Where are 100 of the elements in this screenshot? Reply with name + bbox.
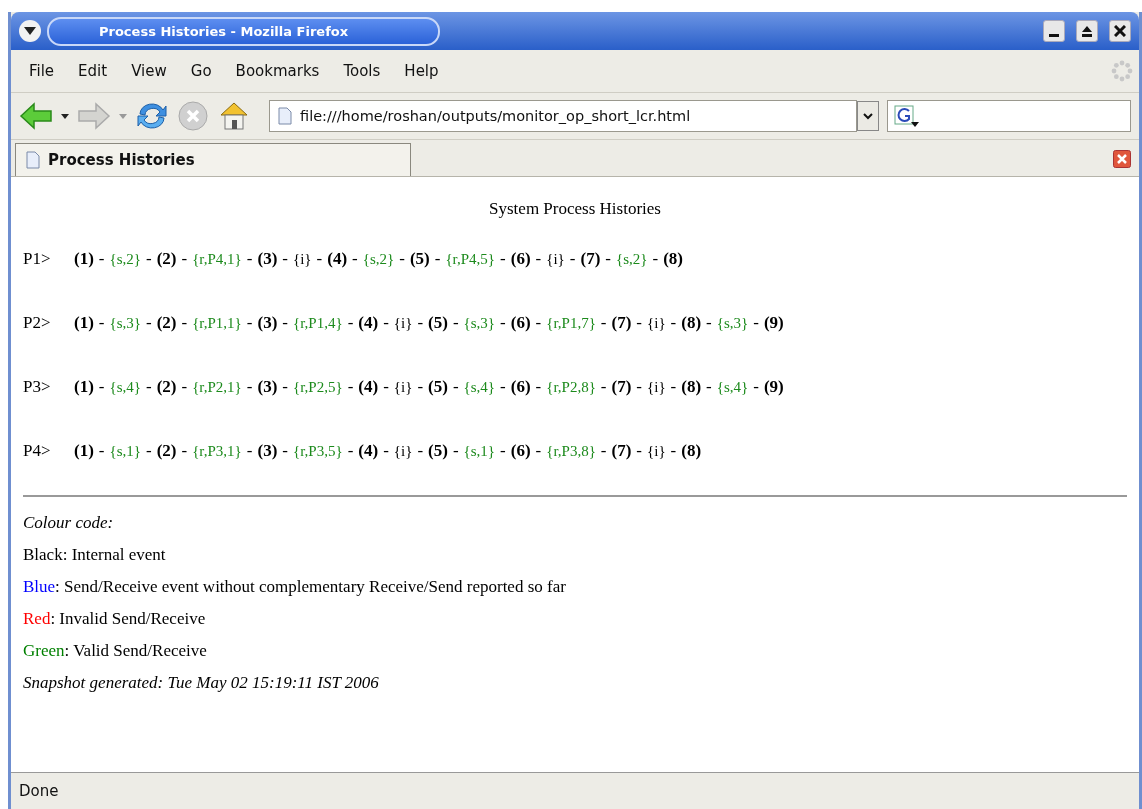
separator: -: [569, 249, 576, 269]
state-number: (3): [257, 377, 278, 397]
state-number: (2): [156, 313, 177, 333]
separator: -: [399, 249, 405, 269]
legend-text: : Invalid Send/Receive: [50, 609, 206, 628]
page-icon: [278, 107, 292, 125]
event-label: {s,1}: [463, 443, 496, 460]
separator: -: [636, 377, 643, 397]
event-label: {s,2}: [362, 251, 395, 268]
state-number: (6): [510, 313, 531, 333]
snapshot-text: Snapshot generated: Tue May 02 15:19:11 IST 2006: [23, 673, 380, 693]
separator: -: [535, 377, 542, 397]
state-number: (4): [327, 249, 348, 269]
minimize-button[interactable]: [1043, 20, 1065, 42]
state-number: (5): [428, 313, 448, 333]
window-menu-button[interactable]: [19, 20, 41, 42]
process-label: P4>: [23, 441, 52, 461]
separator: -: [670, 377, 677, 397]
separator: -: [452, 441, 459, 461]
menu-item[interactable]: Go: [178, 62, 224, 80]
event-label: {i}: [647, 315, 666, 332]
separator: -: [181, 249, 188, 269]
event-label: {s,4}: [463, 379, 496, 396]
state-number: (3): [257, 441, 278, 461]
search-field[interactable]: [887, 100, 1131, 132]
state-number: (8): [681, 441, 702, 461]
legend-title: Colour code:: [23, 513, 115, 533]
separator: -: [417, 377, 424, 397]
separator: -: [500, 377, 506, 397]
separator: -: [246, 441, 253, 461]
separator: -: [246, 249, 253, 269]
address-field[interactable]: file:///home/roshan/outputs/monitor_op_short_lcr.html: [269, 100, 857, 132]
search-engine-icon[interactable]: [894, 104, 920, 128]
separator: -: [383, 313, 389, 333]
state-number: (1): [74, 313, 94, 333]
event-label: {s,4}: [716, 379, 749, 396]
menu-item[interactable]: Help: [392, 62, 451, 80]
state-number: (4): [358, 313, 379, 333]
separator: -: [146, 313, 152, 333]
window-title: Process Histories - Mozilla Firefox: [47, 16, 441, 46]
separator: -: [383, 377, 389, 397]
separator: -: [282, 313, 288, 333]
status-text: Done: [18, 781, 60, 802]
separator: -: [636, 313, 643, 333]
state-number: (2): [156, 377, 177, 397]
state-number: (8): [663, 249, 683, 269]
state-number: (7): [611, 377, 632, 397]
event-label: {r,P3,5}: [293, 443, 343, 460]
state-number: (5): [428, 377, 448, 397]
separator: -: [706, 313, 712, 333]
back-button[interactable]: [19, 102, 53, 130]
menu-item[interactable]: Bookmarks: [223, 62, 332, 80]
separator: -: [417, 313, 424, 333]
menu-item[interactable]: Edit: [66, 62, 120, 80]
event-label: {s,3}: [109, 315, 141, 332]
state-number: (1): [74, 441, 94, 461]
menu-item[interactable]: File: [17, 62, 67, 80]
event-label: {i}: [393, 379, 413, 396]
separator: -: [98, 441, 105, 461]
caret-icon[interactable]: [61, 113, 69, 119]
separator: -: [753, 377, 759, 397]
close-tab-button[interactable]: [1113, 150, 1131, 168]
separator: -: [500, 249, 506, 269]
state-number: (8): [681, 313, 702, 333]
process-label: P1>: [23, 249, 52, 269]
separator: -: [98, 313, 105, 333]
event-label: {s,2}: [615, 251, 648, 268]
legend-text: : Internal event: [62, 545, 166, 564]
separator: -: [706, 377, 712, 397]
state-number: (6): [510, 249, 531, 269]
separator: -: [246, 377, 253, 397]
state-number: (3): [257, 249, 278, 269]
separator: -: [417, 441, 424, 461]
state-number: (4): [358, 441, 379, 461]
menu-item[interactable]: View: [119, 62, 179, 80]
dropdown-button[interactable]: [857, 101, 879, 131]
state-number: (1): [74, 377, 94, 397]
separator: -: [600, 377, 607, 397]
tab[interactable]: Process Histories: [15, 143, 411, 176]
separator: -: [600, 313, 607, 333]
colour-name: Green: [23, 641, 65, 660]
separator: -: [347, 377, 354, 397]
separator: -: [605, 249, 611, 269]
state-number: (6): [510, 441, 531, 461]
separator: -: [670, 441, 677, 461]
separator: -: [753, 313, 759, 333]
page-icon: [26, 151, 40, 169]
menu-item[interactable]: Tools: [331, 62, 393, 80]
page-heading: System Process Histories: [488, 199, 662, 219]
maximize-button[interactable]: [1076, 20, 1098, 42]
reload-button[interactable]: [135, 100, 169, 132]
minimize-icon: [1049, 34, 1059, 37]
state-number: (9): [763, 377, 784, 397]
close-button[interactable]: [1109, 20, 1131, 42]
event-label: {r,P3,1}: [192, 443, 242, 460]
event-label: {r,P1,4}: [293, 315, 343, 332]
separator: -: [500, 441, 506, 461]
event-label: {r,P4,1}: [192, 251, 242, 268]
event-label: {i}: [393, 315, 413, 332]
state-number: (5): [409, 249, 430, 269]
